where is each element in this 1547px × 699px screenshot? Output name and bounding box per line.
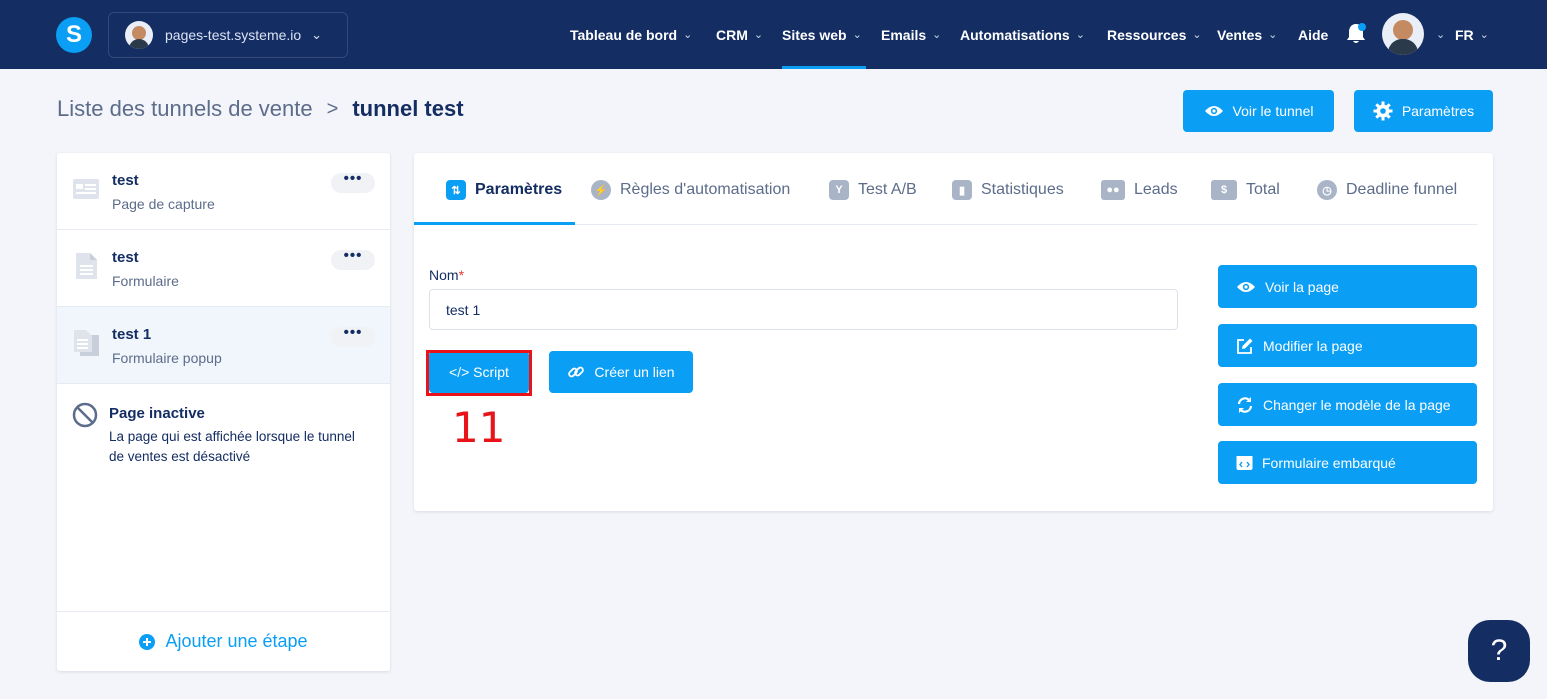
embedded-form-button[interactable]: Formulaire embarqué [1218,441,1477,484]
step-more-button[interactable]: ••• [331,248,375,270]
chevron-down-icon: ⌄ [1192,29,1202,41]
create-link-button[interactable]: Créer un lien [549,351,693,393]
nav-item-sites-web[interactable]: Sites web ⌄ [782,0,862,69]
ban-icon [72,402,98,428]
sliders-icon: ⇅ [446,180,466,200]
user-avatar[interactable] [1382,13,1424,55]
step-more-button[interactable]: ••• [331,171,375,193]
settings-button[interactable]: Paramètres [1354,90,1493,132]
funnel-step[interactable]: test Page de capture ••• [57,153,390,230]
nav-item-ressources[interactable]: Ressources ⌄ [1107,0,1202,69]
inactive-page-title: Page inactive [109,405,205,422]
nav-active-indicator [782,66,866,69]
sync-icon [1237,396,1253,413]
breadcrumb-parent-link[interactable]: Liste des tunnels de vente [57,96,313,122]
chevron-down-icon: ⌄ [1075,29,1085,41]
systeme-logo[interactable]: S [56,17,92,53]
annotation-step-number: 11 [452,403,506,452]
step-type: Formulaire popup [112,350,222,366]
view-page-button[interactable]: Voir la page [1218,265,1477,308]
tab-deadline-funnel[interactable]: ◷ Deadline funnel [1317,180,1457,200]
form-page-icon [76,253,97,279]
tab-parametres[interactable]: ⇅ Paramètres [446,180,562,200]
help-button[interactable]: ? [1468,620,1530,682]
chevron-down-icon: ⌄ [1268,29,1278,41]
site-selector-value: pages-test.systeme.io [165,27,302,43]
clock-icon: ◷ [1317,180,1337,200]
inactive-page-step[interactable]: Page inactive La page qui est affichée l… [57,384,390,494]
users-icon: ●● [1101,180,1125,200]
step-more-button[interactable]: ••• [331,325,375,347]
plus-circle-icon [139,633,156,650]
top-navbar: S pages-test.systeme.io ⌄ Tableau de bor… [0,0,1547,69]
highlight-box [426,350,532,396]
bell-icon[interactable] [1345,22,1367,46]
nav-item-aide[interactable]: Aide [1298,0,1328,69]
tab-statistiques[interactable]: ▮ Statistiques [952,180,1064,200]
tab-total[interactable]: $ Total [1211,180,1280,200]
chevron-down-icon: ⌄ [1436,29,1446,41]
step-settings-card: ⇅ Paramètres ⚡ Règles d'automatisation Y Te… [414,153,1493,511]
step-type: Formulaire [112,273,179,289]
change-template-button[interactable]: Changer le modèle de la page [1218,383,1477,426]
nav-item-emails[interactable]: Emails ⌄ [881,0,941,69]
step-title: test [112,172,139,189]
tab-test-ab[interactable]: Y Test A/B [829,180,917,200]
name-field-label: Nom* [429,267,465,283]
add-step-button[interactable]: Ajouter une étape [57,611,390,671]
bar-chart-icon: ▮ [952,180,972,200]
tab-regles-automatisation[interactable]: ⚡ Règles d'automatisation [591,180,790,200]
funnel-step-selected[interactable]: test 1 Formulaire popup ••• [57,307,390,384]
popup-form-icon [74,330,99,356]
eye-icon [1237,281,1255,292]
bolt-icon: ⚡ [591,180,611,200]
breadcrumb: Liste des tunnels de vente > tunnel test [57,96,464,122]
funnel-steps-panel: test Page de capture ••• test Formulaire… [57,153,390,671]
chevron-down-icon: ⌄ [753,29,764,41]
gear-icon [1373,101,1393,121]
edit-page-button[interactable]: Modifier la page [1218,324,1477,367]
step-type: Page de capture [112,196,215,212]
chevron-down-icon: ⌄ [932,29,942,41]
site-selector[interactable]: pages-test.systeme.io ⌄ [108,12,348,58]
eye-icon [1204,106,1223,116]
breadcrumb-separator: > [326,97,339,120]
view-funnel-button[interactable]: Voir le tunnel [1183,90,1334,132]
inactive-page-description: La page qui est affichée lorsque le tunn… [109,429,355,464]
nav-item-tableau-de-bord[interactable]: Tableau de bord ⌄ [570,0,692,69]
step-title: test [112,249,139,266]
link-icon [568,366,585,378]
tab-leads[interactable]: ●● Leads [1101,180,1178,200]
nav-item-crm[interactable]: CRM ⌄ [716,0,763,69]
user-menu-chevron[interactable]: ⌄ [1430,0,1445,69]
chevron-down-icon: ⌄ [852,29,862,41]
dollar-icon: $ [1211,180,1237,200]
chevron-down-icon: ⌄ [683,29,693,41]
language-selector[interactable]: FR ⌄ [1455,0,1489,69]
nav-item-automatisations[interactable]: Automatisations ⌄ [960,0,1085,69]
active-tab-indicator [414,222,575,225]
site-avatar [125,21,153,49]
nav-item-ventes[interactable]: Ventes ⌄ [1217,0,1277,69]
breadcrumb-current: tunnel test [352,96,464,121]
step-title: test 1 [112,326,152,343]
name-input[interactable] [429,289,1178,330]
edit-icon [1237,338,1253,354]
chevron-down-icon: ⌄ [311,27,323,42]
code-window-icon [1236,455,1253,470]
capture-page-icon [73,179,99,199]
split-icon: Y [829,180,849,200]
chevron-down-icon: ⌄ [1479,29,1489,41]
funnel-step[interactable]: test Formulaire ••• [57,230,390,307]
